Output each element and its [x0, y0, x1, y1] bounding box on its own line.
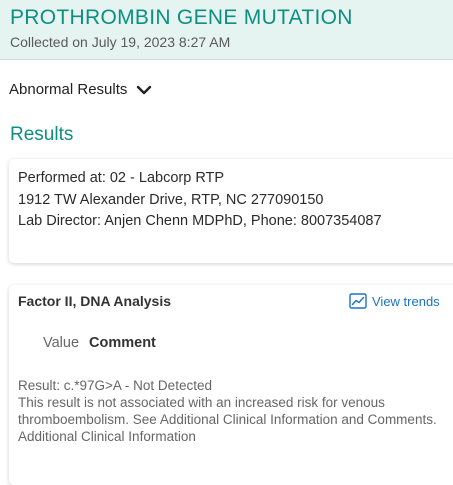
trend-chart-icon	[349, 293, 367, 309]
comment-column-header: Comment	[89, 335, 156, 351]
view-trends-label: View trends	[372, 293, 440, 309]
collected-date: Collected on July 19, 2023 8:27 AM	[10, 34, 231, 50]
value-comment-header: Value Comment	[43, 335, 156, 351]
result-line: Result: c.*97G>A - Not Detected	[18, 378, 212, 393]
lab-address: 1912 TW Alexander Drive, RTP, NC 2770901…	[18, 191, 324, 208]
view-trends-link[interactable]: View trends	[349, 293, 440, 309]
abnormal-results-toggle[interactable]: Abnormal Results	[9, 81, 152, 98]
chevron-down-icon	[136, 82, 152, 98]
result-comment-text: This result is not associated with an in…	[18, 395, 437, 427]
page-title: PROTHROMBIN GENE MUTATION	[10, 6, 353, 29]
results-heading: Results	[10, 124, 74, 145]
component-card: Factor II, DNA Analysis View trends Valu…	[9, 285, 453, 485]
abnormal-results-label: Abnormal Results	[9, 81, 128, 98]
lab-director: Lab Director: Anjen Chenn MDPhD, Phone: …	[18, 213, 382, 229]
additional-info-text: Additional Clinical Information	[18, 429, 196, 444]
performing-lab-card: Performed at: 02 - Labcorp RTP 1912 TW A…	[9, 159, 453, 263]
page-header: PROTHROMBIN GENE MUTATION Collected on J…	[0, 0, 453, 60]
result-comment: Result: c.*97G>A - Not Detected This res…	[18, 377, 438, 445]
performed-at: Performed at: 02 - Labcorp RTP	[18, 170, 225, 186]
value-column-header: Value	[43, 335, 80, 351]
